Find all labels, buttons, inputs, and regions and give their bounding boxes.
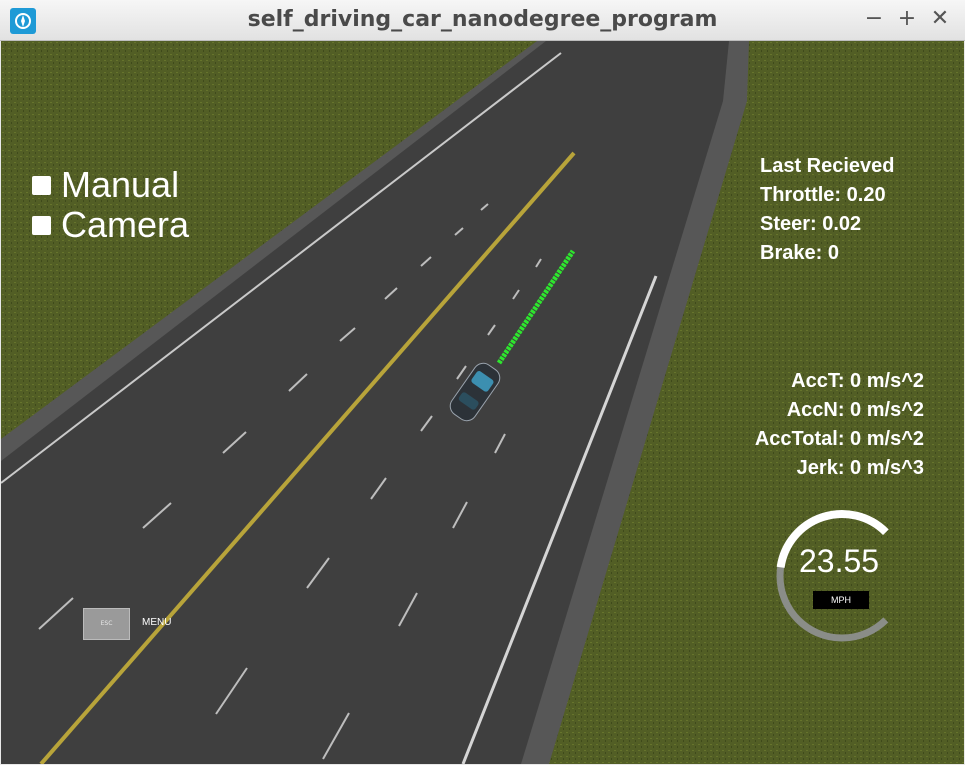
simulator-viewport[interactable]: Manual Camera Last Recieved Throttle: 0.… [1,41,964,764]
acc-total-readout: AccTotal: 0 m/s^2 [754,428,924,450]
jerk-readout: Jerk: 0 m/s^3 [796,457,924,479]
telemetry-panel: AccT: 0 m/s^2 AccN: 0 m/s^2 AccTotal: 0 … [755,367,924,483]
menu-label[interactable]: MENU [142,617,171,628]
camera-label: Camera [61,204,190,245]
manual-label: Manual [61,164,180,205]
speed-unit-badge: MPH [813,591,869,609]
minimize-button[interactable]: − [862,6,886,32]
steer-readout: Steer: 0.02 [760,213,862,235]
acc-n-readout: AccN: 0 m/s^2 [786,399,924,421]
title-bar: self_driving_car_nanodegree_program − + … [0,0,965,41]
maximize-button[interactable]: + [895,6,919,32]
manual-checkbox[interactable] [32,175,51,195]
acc-t-readout: AccT: 0 m/s^2 [791,370,924,392]
camera-toggle[interactable]: Camera [32,204,189,246]
brake-readout: Brake: 0 [760,242,839,264]
window-title: self_driving_car_nanodegree_program [247,7,718,32]
speed-value: 23.55 [799,543,880,579]
simulator-window: self_driving_car_nanodegree_program − + … [0,0,965,765]
last-received-panel: Last Recieved Throttle: 0.20 Steer: 0.02… [760,152,895,268]
esc-button[interactable]: ESC [83,608,130,640]
camera-checkbox[interactable] [32,215,51,235]
last-received-heading: Last Recieved [760,155,895,177]
manual-toggle[interactable]: Manual [32,164,179,206]
throttle-readout: Throttle: 0.20 [760,184,886,206]
close-button[interactable]: ✕ [928,6,952,32]
